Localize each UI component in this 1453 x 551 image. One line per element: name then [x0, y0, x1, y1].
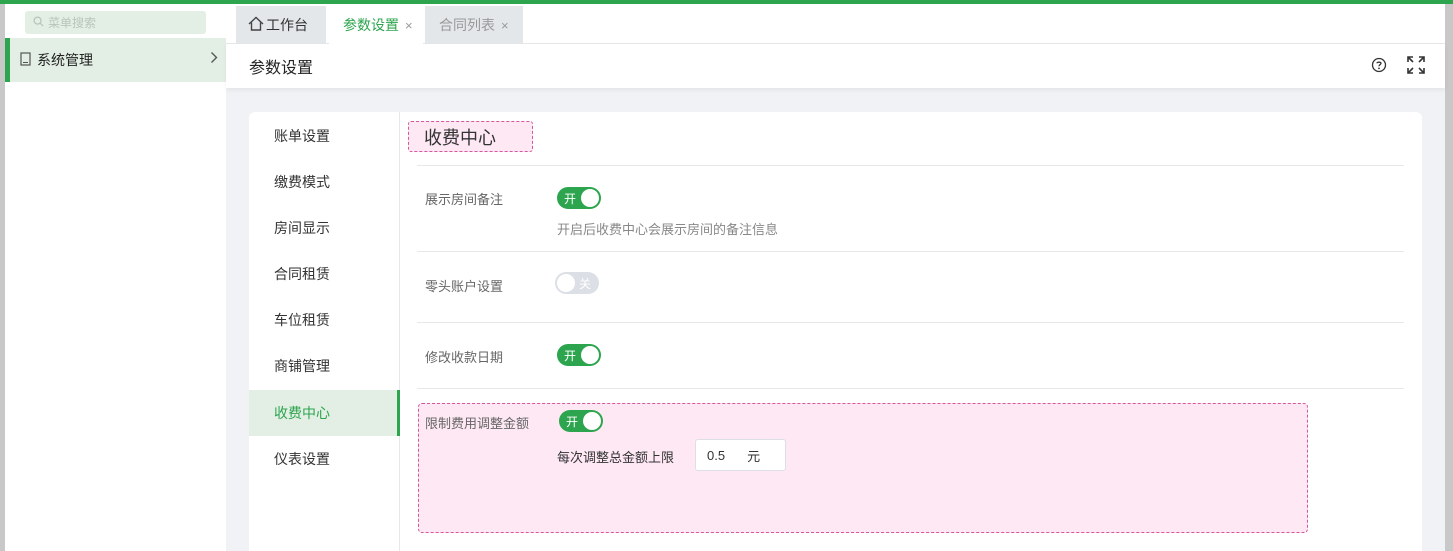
- toggle-text: 关: [579, 276, 592, 291]
- nav-label: 房间显示: [274, 220, 330, 236]
- setting-label: 零头账户设置: [425, 279, 504, 294]
- toggle-limit-fee-adjustment[interactable]: 开: [559, 410, 603, 432]
- divider: [417, 251, 1404, 252]
- limit-amount-input[interactable]: 0.5 元: [695, 439, 786, 471]
- search-icon: [33, 15, 44, 30]
- settings-content: 收费中心 展示房间备注 开 开启后收费中心会展示房间的备注信息 零头账户设置 关…: [400, 112, 1422, 551]
- settings-nav-item[interactable]: 缴费模式: [249, 159, 400, 205]
- help-icon[interactable]: [1371, 57, 1387, 76]
- settings-nav-item[interactable]: 房间显示: [249, 205, 400, 251]
- toggle-knob: [581, 189, 599, 207]
- tab-label: 合同列表: [439, 17, 495, 33]
- limit-value: 0.5: [707, 447, 726, 463]
- tab-label: 工作台: [266, 17, 308, 33]
- toggle-knob: [583, 412, 601, 430]
- toggle-text: 开: [564, 191, 577, 206]
- divider: [417, 165, 1404, 166]
- settings-card: 账单设置 缴费模式 房间显示 合同租赁 车位租赁 商铺管理 收费中心 仪表设置 …: [249, 112, 1422, 551]
- limit-label: 每次调整总金额上限: [557, 450, 675, 465]
- page-title: 参数设置: [249, 60, 314, 77]
- toggle-show-room-remark[interactable]: 开: [557, 187, 601, 209]
- setting-label: 限制费用调整金额: [425, 416, 530, 431]
- menu-search-input[interactable]: [48, 15, 198, 30]
- home-icon: [248, 16, 264, 34]
- close-icon[interactable]: ×: [405, 18, 413, 33]
- nav-label: 商铺管理: [274, 358, 330, 374]
- settings-nav-item-active[interactable]: 收费中心: [249, 390, 400, 436]
- window-frame-right: [1445, 4, 1453, 551]
- nav-label: 仪表设置: [274, 451, 330, 467]
- toggle-knob: [581, 346, 599, 364]
- setting-label: 修改收款日期: [425, 350, 504, 365]
- tab-contract-list[interactable]: 合同列表 ×: [425, 6, 523, 44]
- sidebar-item-system-management[interactable]: 系统管理: [5, 38, 226, 82]
- chevron-right-icon: [210, 51, 218, 67]
- nav-label: 缴费模式: [274, 174, 330, 190]
- close-icon[interactable]: ×: [501, 18, 509, 33]
- divider: [417, 322, 1404, 323]
- toggle-knob: [557, 274, 575, 292]
- toggle-text: 开: [566, 414, 579, 429]
- section-title: 收费中心: [408, 121, 533, 152]
- nav-label: 收费中心: [274, 405, 330, 421]
- limit-unit: 元: [747, 448, 761, 464]
- settings-nav: 账单设置 缴费模式 房间显示 合同租赁 车位租赁 商铺管理 收费中心 仪表设置: [249, 112, 400, 551]
- toggle-modify-payment-date[interactable]: 开: [557, 344, 601, 366]
- settings-nav-item[interactable]: 仪表设置: [249, 436, 400, 482]
- nav-label: 合同租赁: [274, 266, 330, 282]
- sidebar: 系统管理: [5, 4, 226, 551]
- document-icon: [20, 51, 31, 69]
- sidebar-item-label: 系统管理: [37, 52, 93, 68]
- settings-nav-item[interactable]: 商铺管理: [249, 343, 400, 389]
- settings-nav-item[interactable]: 合同租赁: [249, 251, 400, 297]
- menu-search[interactable]: [25, 11, 206, 34]
- tab-parameter-settings[interactable]: 参数设置 ×: [329, 6, 423, 44]
- fullscreen-icon[interactable]: [1406, 55, 1426, 78]
- tab-workbench[interactable]: 工作台: [236, 6, 326, 44]
- tab-label: 参数设置: [343, 17, 399, 33]
- nav-label: 车位租赁: [274, 312, 330, 328]
- toggle-text: 开: [564, 348, 577, 363]
- toggle-odd-account[interactable]: 关: [555, 272, 599, 294]
- setting-description: 开启后收费中心会展示房间的备注信息: [557, 222, 779, 237]
- setting-label: 展示房间备注: [425, 192, 504, 207]
- nav-label: 账单设置: [274, 128, 330, 144]
- tab-bar: 工作台 参数设置 × 合同列表 ×: [226, 4, 1445, 44]
- settings-nav-item[interactable]: 账单设置: [249, 113, 400, 159]
- highlight-box: [418, 403, 1308, 533]
- divider: [417, 388, 1404, 389]
- settings-nav-item[interactable]: 车位租赁: [249, 297, 400, 343]
- page-header: 参数设置: [226, 44, 1445, 88]
